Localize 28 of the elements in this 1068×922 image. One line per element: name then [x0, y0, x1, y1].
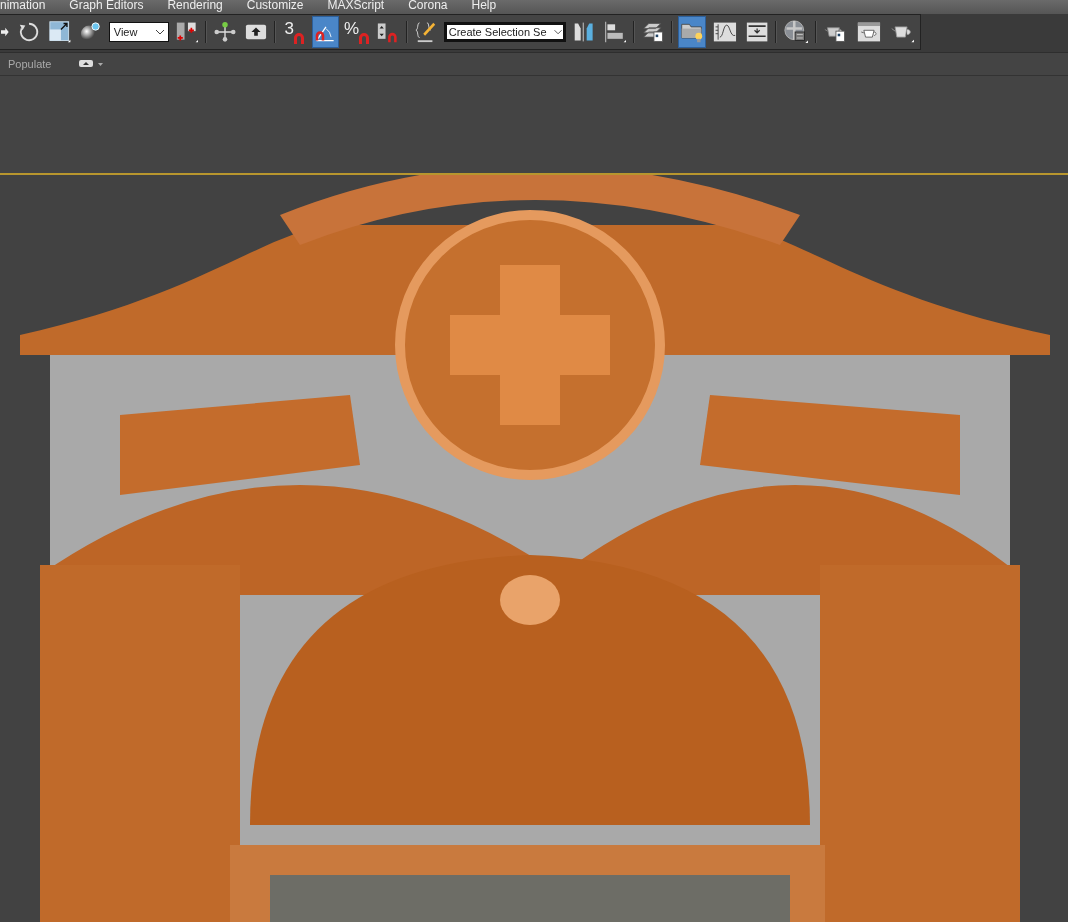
- menu-item[interactable]: nimation: [0, 0, 46, 13]
- angle-snap-button[interactable]: [312, 16, 339, 48]
- spinner-snap-icon: [376, 20, 399, 44]
- schematic-icon: [746, 20, 769, 44]
- menu-item[interactable]: Corona: [408, 0, 448, 13]
- menu-item[interactable]: Customize: [246, 0, 304, 13]
- teapot-window-icon: [857, 20, 882, 44]
- magnet-icon: [359, 32, 370, 44]
- menu-item[interactable]: MAXScript: [327, 0, 385, 13]
- snap-toggle[interactable]: 3: [281, 16, 308, 48]
- ribbon-tab[interactable]: Populate: [8, 58, 52, 70]
- align-icon: [603, 19, 627, 45]
- dropdown[interactable]: View: [108, 22, 170, 42]
- menu-item[interactable]: Help: [471, 0, 497, 13]
- folder-bulb-button[interactable]: [678, 16, 707, 48]
- layers-icon: [642, 20, 665, 44]
- dropdown[interactable]: Create Selection Se: [443, 22, 566, 42]
- pencil-braces-icon: [414, 20, 437, 44]
- rotate-icon: [17, 20, 40, 44]
- magnet-icon: [294, 32, 305, 44]
- snap-toggle[interactable]: %: [343, 16, 370, 48]
- move-gizmo-icon: [214, 20, 237, 44]
- scale-icon: [48, 19, 71, 45]
- menu-item[interactable]: Rendering: [167, 0, 223, 13]
- checker-sphere-icon: [784, 18, 809, 46]
- curve-editor-icon: [713, 20, 738, 44]
- menu-item[interactable]: Graph Editors: [69, 0, 144, 13]
- mirror-icon: [572, 20, 595, 44]
